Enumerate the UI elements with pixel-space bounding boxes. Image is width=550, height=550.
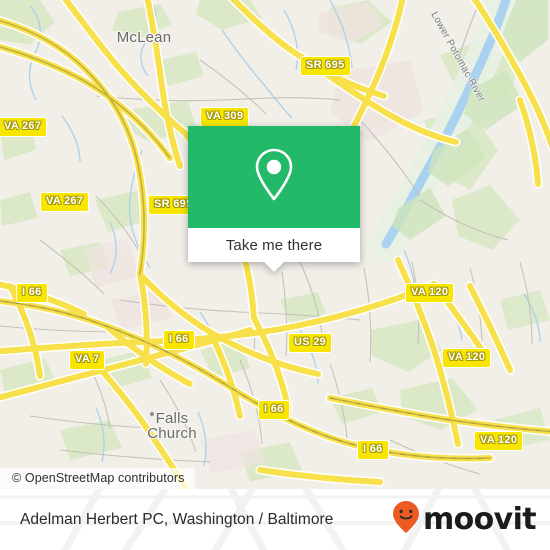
moovit-map-screenshot: McLean Falls Church Lower Potomac River … — [0, 0, 550, 550]
road-shield-va-120-mid: VA 120 — [442, 348, 492, 368]
popup-action-bar[interactable]: Take me there — [188, 228, 360, 262]
footer-bar: Adelman Herbert PC, Washington / Baltimo… — [0, 489, 550, 550]
location-pin-icon — [252, 147, 296, 208]
location-popup-card[interactable]: Take me there — [188, 126, 360, 272]
road-shield-va-120-south: VA 120 — [474, 431, 524, 451]
place-label-falls-church: Falls Church — [147, 410, 197, 443]
road-shield-va-267-south: VA 267 — [40, 192, 90, 212]
road-shield-va-309: VA 309 — [200, 107, 250, 127]
moovit-wordmark: moovit — [422, 501, 537, 537]
road-shield-us-29: US 29 — [288, 333, 333, 353]
popup-pin-panel — [188, 126, 360, 228]
road-shield-i-66-southeast: I 66 — [357, 440, 389, 460]
moovit-pin-icon — [391, 500, 421, 539]
place-label-mclean: McLean — [116, 29, 172, 46]
road-shield-i-66-mid: I 66 — [163, 330, 195, 350]
moovit-logo[interactable]: moovit — [391, 500, 537, 539]
map-canvas[interactable]: McLean Falls Church Lower Potomac River … — [0, 0, 550, 489]
road-shield-i-66-south: I 66 — [258, 400, 290, 420]
road-shield-sr-695-north: SR 695 — [300, 56, 351, 76]
osm-attribution[interactable]: © OpenStreetMap contributors — [0, 468, 195, 489]
take-me-there-label: Take me there — [225, 236, 323, 254]
road-shield-va-7: VA 7 — [69, 350, 106, 370]
road-shield-va-120-north: VA 120 — [405, 283, 455, 303]
page-title: Adelman Herbert PC, Washington / Baltimo… — [20, 510, 334, 528]
road-shield-va-267-west: VA 267 — [0, 117, 48, 137]
popup-tail-pointer — [264, 262, 284, 272]
road-shield-i-66-west: I 66 — [16, 283, 48, 303]
